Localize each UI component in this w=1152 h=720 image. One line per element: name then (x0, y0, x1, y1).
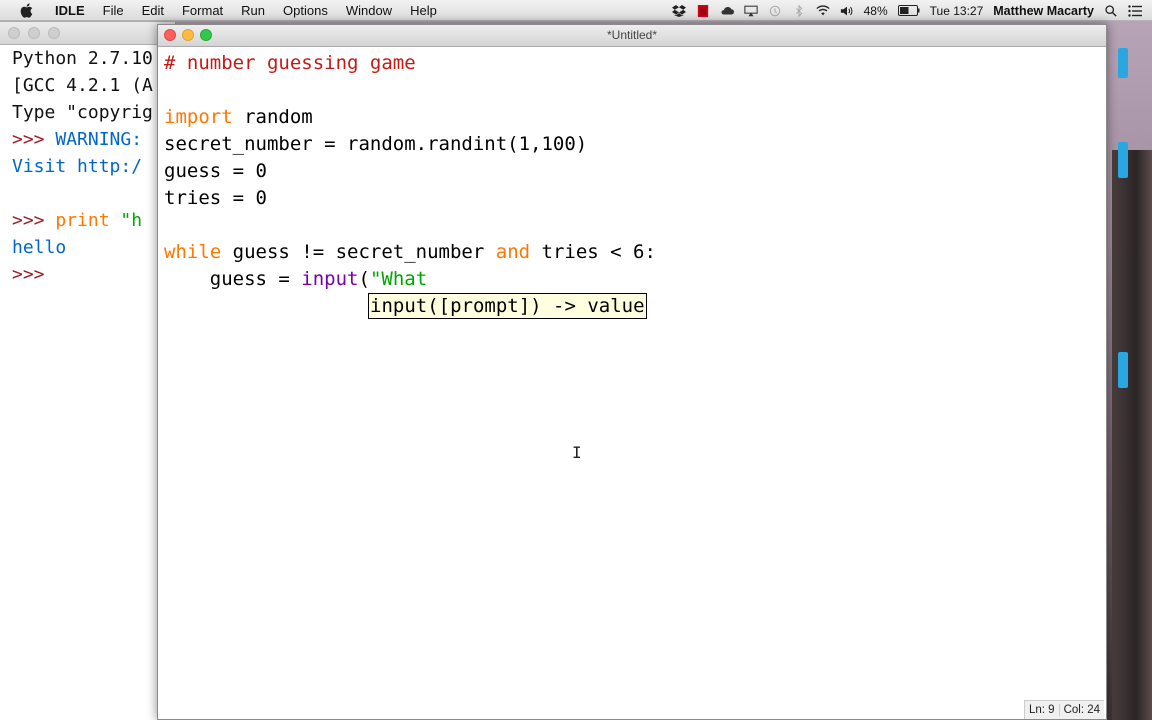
menu-app-idle[interactable]: IDLE (46, 3, 94, 18)
battery-percent: 48% (863, 3, 888, 18)
shell-token: >>> (12, 264, 56, 285)
code-token: ( (358, 268, 370, 290)
shell-line: >>> (12, 261, 175, 288)
code-token: import (164, 106, 233, 128)
shell-line: hello (12, 234, 175, 261)
editor-status-bar: Ln: 9 Col: 24 (1023, 700, 1104, 719)
shell-close-button[interactable] (8, 27, 20, 39)
shell-token: Type "copyrig (12, 102, 153, 123)
status-menus: 48% Tue 13:27 Matthew Macarty (667, 0, 1152, 21)
menu-edit[interactable]: Edit (133, 3, 173, 18)
bluetooth-icon[interactable] (792, 4, 806, 17)
editor-title-bar[interactable]: *Untitled* (158, 25, 1106, 47)
shell-zoom-button[interactable] (48, 27, 60, 39)
menu-window[interactable]: Window (337, 3, 401, 18)
code-token: input (301, 268, 359, 290)
shell-token: WARNING: (55, 129, 143, 150)
shell-line: Visit http:/ (12, 153, 175, 180)
shell-token: [GCC 4.2.1 (A (12, 75, 153, 96)
menu-bar: IDLE File Edit Format Run Options Window… (0, 0, 1152, 21)
user-name[interactable]: Matthew Macarty (993, 4, 1094, 18)
desktop-wallpaper-rock (1112, 150, 1152, 720)
code-editor[interactable]: # number guessing game import random secre… (164, 50, 656, 293)
background-window-edge (1118, 48, 1128, 78)
ibeam-cursor-icon: I (572, 443, 582, 462)
code-token: guess = (164, 268, 302, 290)
background-window-edge (1118, 352, 1128, 388)
shell-line: [GCC 4.2.1 (A (12, 72, 175, 99)
menu-options[interactable]: Options (274, 3, 337, 18)
battery-icon[interactable] (897, 5, 920, 16)
wifi-icon[interactable] (816, 4, 830, 17)
code-token: and (495, 241, 531, 263)
code-token: tries < 6: (530, 241, 656, 263)
shell-token: "h (109, 210, 143, 231)
code-line: guess = input("What (164, 266, 656, 293)
shell-line: Type "copyrig (12, 99, 175, 126)
python-shell-window[interactable]: Python 2.7.10 [GCC 4.2.1 (A Type "copyrig >… (0, 22, 176, 720)
dropbox-icon[interactable] (671, 4, 686, 17)
shell-line: >>> WARNING: (12, 126, 175, 153)
menu-file[interactable]: File (94, 3, 133, 18)
code-token: while (164, 241, 222, 263)
shell-line: Python 2.7.10 (12, 45, 175, 72)
shell-token: >>> (12, 129, 56, 150)
record-icon[interactable] (696, 4, 710, 17)
code-token: guess = 0 (164, 160, 267, 182)
editor-window[interactable]: *Untitled* # number guessing game import … (157, 24, 1107, 720)
cloud-icon[interactable] (720, 5, 734, 17)
shell-output[interactable]: Python 2.7.10 [GCC 4.2.1 (A Type "copyrig >… (0, 45, 175, 288)
spotlight-search-icon[interactable] (1104, 4, 1118, 17)
shell-token: Visit http:/ (12, 156, 143, 177)
clock[interactable]: Tue 13:27 (930, 4, 984, 18)
calltip-popup: input([prompt]) -> value (368, 293, 647, 319)
shell-token: >>> (12, 210, 56, 231)
code-line: import random (164, 104, 656, 131)
code-line: # number guessing game (164, 50, 656, 77)
column-number: Col: 24 (1063, 704, 1100, 716)
background-window-edge (1118, 142, 1128, 178)
shell-token: Python 2.7.10 (12, 48, 153, 69)
code-token: guess != secret_number (221, 241, 496, 263)
code-line: secret_number = random.randint(1,100) (164, 131, 656, 158)
shell-title-bar[interactable] (0, 22, 175, 45)
window-title: *Untitled* (606, 28, 658, 42)
code-token: tries = 0 (164, 187, 267, 209)
code-token: random (232, 106, 313, 128)
code-token: # number guessing game (164, 52, 416, 74)
time-machine-icon[interactable] (768, 5, 782, 17)
shell-token: print (55, 210, 110, 231)
shell-line: >>> print "h (12, 207, 175, 234)
volume-icon[interactable] (840, 5, 854, 17)
code-token: secret_number = random.randint(1,100) (164, 133, 588, 155)
notification-center-icon[interactable] (1128, 4, 1142, 17)
airplay-icon[interactable] (743, 5, 758, 17)
code-line: guess = 0 (164, 158, 656, 185)
code-token: "What (369, 268, 428, 290)
code-line: tries = 0 (164, 185, 656, 212)
shell-minimize-button[interactable] (28, 27, 40, 39)
menu-help[interactable]: Help (401, 3, 446, 18)
menu-format[interactable]: Format (173, 3, 232, 18)
apple-menu-icon[interactable] (18, 2, 34, 18)
menu-run[interactable]: Run (232, 3, 274, 18)
shell-token: hello (12, 237, 67, 258)
code-line: while guess != secret_number and tries <… (164, 239, 656, 266)
line-number: Ln: 9 (1025, 704, 1060, 716)
